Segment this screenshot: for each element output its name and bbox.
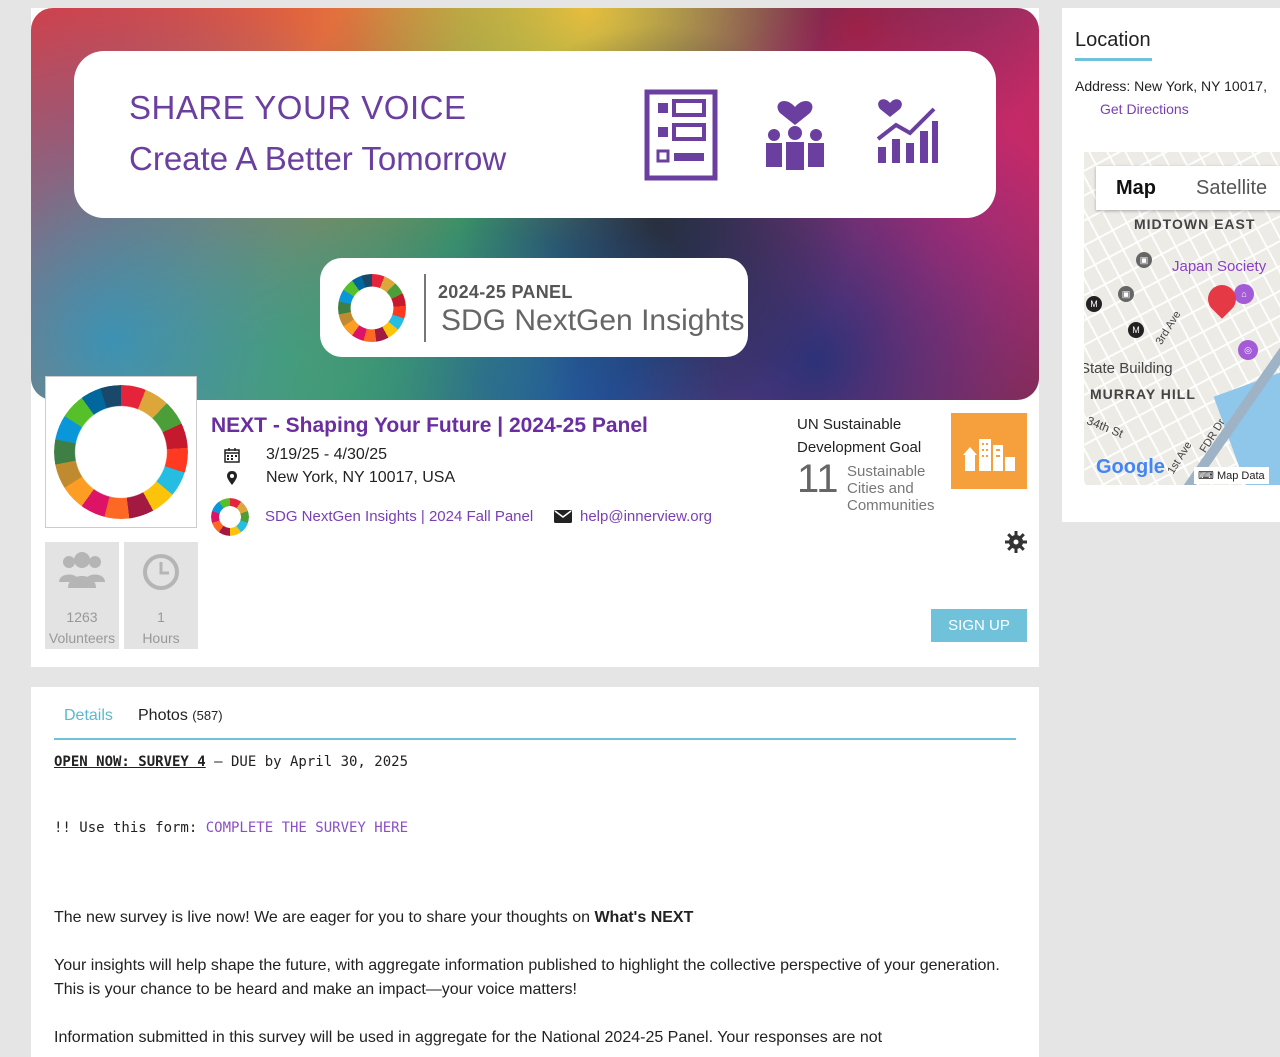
volunteers-stat: 1263 Volunteers xyxy=(45,542,119,649)
tab-photos-label: Photos xyxy=(138,707,188,724)
growth-chart-icon xyxy=(876,99,938,163)
event-title: NEXT - Shaping Your Future | 2024-25 Pan… xyxy=(211,414,648,437)
panel-divider xyxy=(424,274,426,342)
due-date-text: – DUE by April 30, 2025 xyxy=(205,754,409,770)
camera-icon[interactable]: ◎ xyxy=(1238,340,1258,360)
use-form-prefix: !! Use this form: xyxy=(54,820,206,836)
hours-stat: 1 Hours xyxy=(124,542,198,649)
event-card: SHARE YOUR VOICE Create A Better Tomorro… xyxy=(31,8,1039,667)
paragraph-information: Information submitted in this survey wil… xyxy=(54,1029,883,1046)
map-label-murray-hill: MURRAY HILL xyxy=(1090,386,1196,402)
sdg-heading: UN Sustainable Development Goal xyxy=(797,416,922,456)
map-data-label: Map Data xyxy=(1216,470,1265,482)
tab-details[interactable]: Details xyxy=(64,707,113,725)
hours-count: 1 xyxy=(157,609,165,625)
event-location: New York, NY 10017, USA xyxy=(266,469,456,486)
panel-year: 2024-25 PANEL xyxy=(438,282,573,302)
tab-photos-count: (587) xyxy=(192,708,223,723)
survey-form-icon xyxy=(644,89,718,181)
map-tab-satellite[interactable]: Satellite xyxy=(1176,166,1280,210)
keyboard-icon[interactable]: ⌨ xyxy=(1198,470,1214,482)
paragraph-insights: Your insights will help shape the future… xyxy=(54,957,1000,998)
subway-icon[interactable]: M xyxy=(1128,322,1144,338)
location-card: Location Address: New York, NY 10017, Ge… xyxy=(1062,8,1280,522)
details-card: Details Photos (587) OPEN NOW: SURVEY 4 … xyxy=(31,687,1039,1057)
map-marker-icon xyxy=(227,471,237,485)
complete-survey-link[interactable]: COMPLETE THE SURVEY HERE xyxy=(206,820,408,836)
location-map[interactable]: Map Satellite MIDTOWN EAST Japan Society… xyxy=(1084,152,1280,485)
panel-name: SDG NextGen Insights xyxy=(441,304,745,337)
sign-up-button[interactable]: SIGN UP xyxy=(931,609,1027,642)
location-address: Address: New York, NY 10017, xyxy=(1075,78,1267,94)
map-data-attribution[interactable]: ⌨ Map Data xyxy=(1194,467,1269,484)
banner-headline-box: SHARE YOUR VOICE Create A Better Tomorro… xyxy=(74,51,996,218)
tab-underline xyxy=(54,738,1016,740)
sdg-wheel-icon xyxy=(54,385,188,519)
open-now-notice: OPEN NOW: SURVEY 4 – DUE by April 30, 20… xyxy=(54,754,408,770)
map-label-japan-society: Japan Society xyxy=(1172,258,1267,275)
envelope-icon xyxy=(554,510,572,523)
whats-next-bold: What's NEXT xyxy=(594,909,694,926)
banner-headline: SHARE YOUR VOICE xyxy=(129,89,467,126)
map-label-state-building: State Building xyxy=(1084,360,1173,377)
map-tab-map[interactable]: Map xyxy=(1096,166,1176,210)
sdg-wheel-icon xyxy=(338,274,406,342)
organization-avatar[interactable] xyxy=(45,376,197,528)
clock-icon xyxy=(143,554,179,590)
hours-label: Hours xyxy=(142,630,180,646)
subway-icon[interactable]: M xyxy=(1086,296,1102,312)
paragraph-intro: The new survey is live now! We are eager… xyxy=(54,906,1004,930)
calendar-icon xyxy=(224,448,240,463)
get-directions-link[interactable]: Get Directions xyxy=(1100,101,1189,117)
sdg-number: 11 xyxy=(797,457,839,501)
sdg-name: Sustainable Cities and Communities xyxy=(847,463,935,514)
volunteers-count: 1263 xyxy=(66,609,98,625)
panel-badge: 2024-25 PANEL SDG NextGen Insights xyxy=(320,258,748,357)
use-form-line: !! Use this form: COMPLETE THE SURVEY HE… xyxy=(54,820,408,836)
event-dates: 3/19/25 - 4/30/25 xyxy=(266,446,387,463)
contact-email-link[interactable]: help@innerview.org xyxy=(580,508,712,525)
organization-logo-icon[interactable] xyxy=(211,498,249,536)
transit-icon[interactable]: ▣ xyxy=(1136,252,1152,268)
location-title-underline xyxy=(1075,58,1152,61)
people-icon xyxy=(59,552,105,588)
organization-link[interactable]: SDG NextGen Insights | 2024 Fall Panel xyxy=(265,508,533,525)
city-buildings-icon xyxy=(963,439,1015,471)
tab-photos[interactable]: Photos (587) xyxy=(138,707,223,725)
community-icon xyxy=(766,100,824,170)
event-banner: SHARE YOUR VOICE Create A Better Tomorro… xyxy=(31,8,1039,400)
transit-icon[interactable]: ▣ xyxy=(1118,286,1134,302)
banner-subheadline: Create A Better Tomorrow xyxy=(129,140,507,177)
google-logo: Google xyxy=(1096,456,1165,478)
location-title: Location xyxy=(1075,29,1151,51)
volunteers-label: Volunteers xyxy=(48,630,116,646)
gear-icon[interactable] xyxy=(1005,531,1027,553)
sdg-11-tile xyxy=(951,413,1027,489)
map-type-toggle: Map Satellite xyxy=(1096,166,1280,210)
museum-icon[interactable]: ⌂ xyxy=(1234,284,1254,304)
paragraph-intro-text: The new survey is live now! We are eager… xyxy=(54,909,595,926)
map-label-midtown: MIDTOWN EAST xyxy=(1134,216,1256,232)
open-now-label: OPEN NOW: SURVEY 4 xyxy=(54,754,206,770)
